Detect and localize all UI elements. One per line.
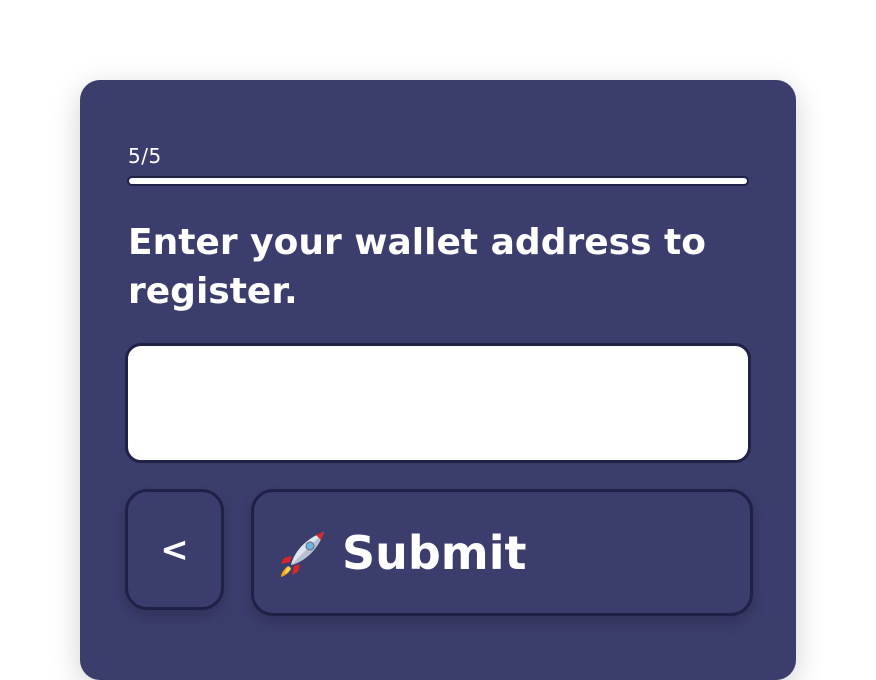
wallet-address-input[interactable] (125, 343, 751, 463)
back-button[interactable]: < (125, 489, 224, 610)
submit-button-label: Submit (342, 525, 527, 580)
submit-button[interactable]: Submit (251, 489, 753, 616)
progress-bar (127, 176, 749, 186)
progress-label: 5/5 (128, 144, 162, 168)
question-heading: Enter your wallet address to register. (128, 222, 706, 312)
progress-bar-fill (129, 178, 747, 184)
form-card: 5/5 Enter your wallet address to registe… (80, 80, 796, 680)
back-button-label: < (160, 529, 189, 570)
rocket-icon (281, 531, 324, 577)
